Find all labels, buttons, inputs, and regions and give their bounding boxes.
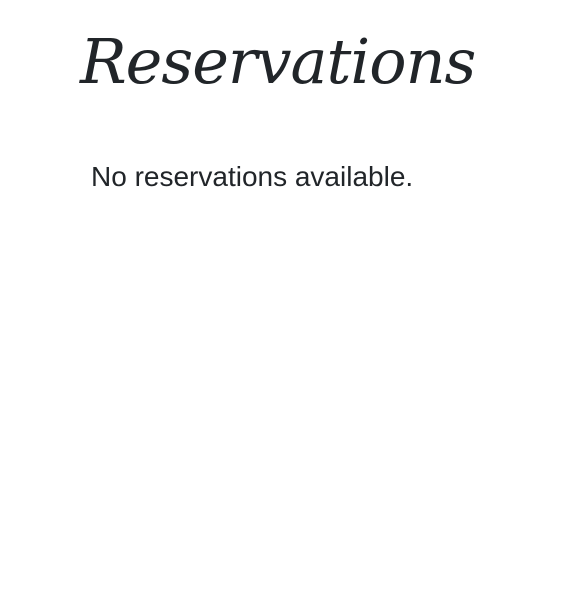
reservations-page: Reservations No reservations available.	[0, 0, 576, 592]
empty-state-message: No reservations available.	[91, 161, 414, 192]
page-title: Reservations	[80, 25, 476, 98]
